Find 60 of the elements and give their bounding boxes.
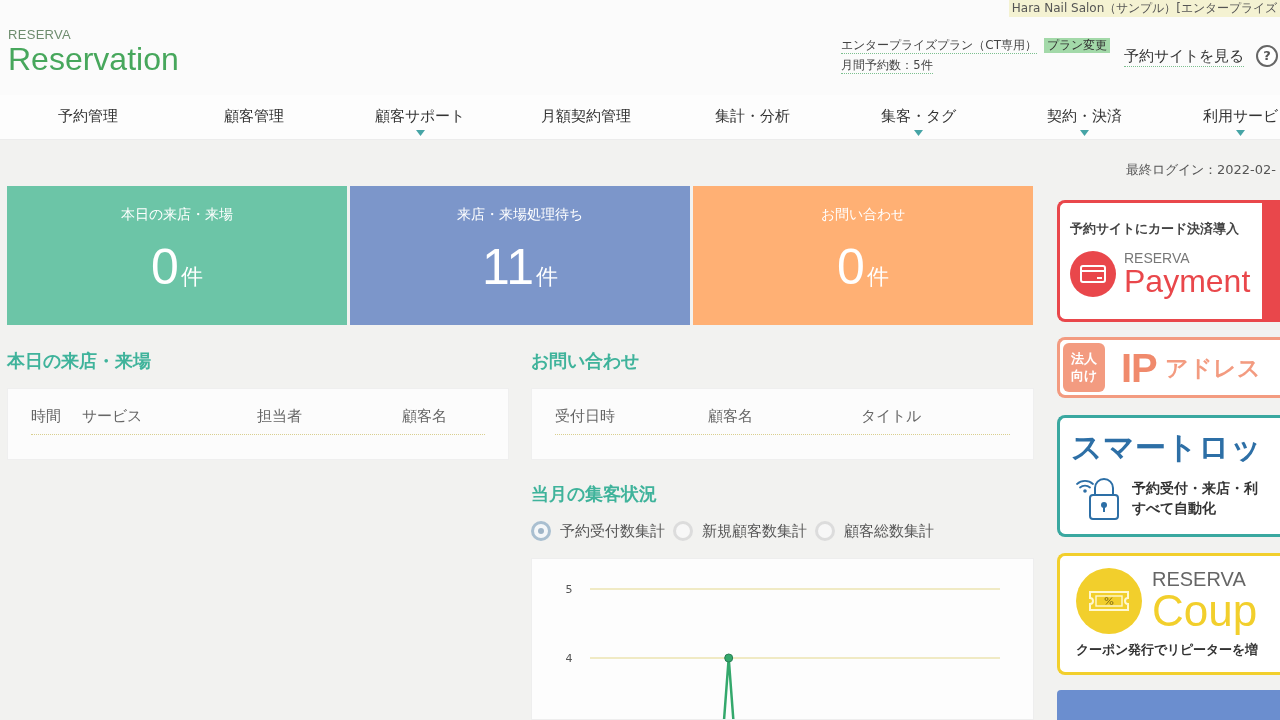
account-label: Hara Nail Salon（サンプル）[エンタープライズ (1008, 0, 1280, 17)
brand-label: RESERVA (1124, 251, 1191, 265)
smart-lock-banner[interactable]: スマートロッ 予約受付・来店・利 すべて自動化 (1057, 415, 1280, 537)
brand-label: RESERVA (1152, 569, 1247, 589)
nav-item[interactable]: 集計・分析 (669, 95, 835, 139)
credit-card-icon (1070, 251, 1116, 297)
banner-big-text: IP (1121, 347, 1157, 388)
logo-subtitle: RESERVA (8, 28, 73, 42)
nav-item[interactable]: 集客・タグ (835, 95, 1001, 139)
column-header: 顧客名 (402, 406, 448, 427)
stat-count: 0 (151, 242, 179, 292)
product-name: Payment (1124, 265, 1251, 297)
radio-option[interactable]: 予約受付数集計 (531, 520, 665, 542)
stat-unit: 件 (180, 263, 203, 291)
nav-item[interactable]: 顧客管理 (171, 95, 337, 139)
column-header: 担当者 (257, 406, 303, 427)
plan-name: エンタープライズプラン（CT専用） (841, 37, 1037, 54)
stat-count: 11 (482, 242, 534, 292)
plan-change-button[interactable]: プラン変更 (1044, 38, 1110, 53)
coupon-banner[interactable]: RESERVA Coup クーポン発行でリピーターを増 (1057, 553, 1280, 675)
product-name: Coup (1152, 589, 1258, 633)
column-header: サービス (82, 406, 143, 427)
nav-item[interactable]: 月額契約管理 (503, 95, 669, 139)
banner-text-line: すべて自動化 (1132, 499, 1217, 518)
nav-item[interactable]: 利用サービ (1203, 95, 1278, 139)
stat-unit: 件 (535, 263, 558, 291)
y-axis-label: 5 (565, 583, 573, 596)
banner-tag: 法人向け (1063, 343, 1105, 392)
help-button[interactable]: ? (1256, 45, 1278, 67)
section-title: お問い合わせ (531, 349, 640, 373)
banner-title: アドレス (1164, 353, 1261, 383)
stat-title: お問い合わせ (820, 205, 906, 224)
column-header: 時間 (31, 406, 62, 427)
section-title: 当月の集客状況 (531, 482, 658, 506)
banner-caption: クーポン発行でリピーターを増 (1076, 642, 1259, 658)
stat-title: 来店・来場処理待ち (456, 205, 584, 224)
banner-title: スマートロッ (1071, 428, 1263, 467)
nav-item[interactable]: 顧客サポート (337, 95, 503, 139)
stat-unit: 件 (866, 263, 889, 291)
stat-count: 0 (837, 242, 865, 292)
banner-image-placeholder[interactable] (1057, 690, 1280, 720)
column-header: 受付日時 (555, 406, 616, 427)
data-point (724, 653, 734, 663)
radio-option[interactable]: 新規顧客数集計 (673, 520, 807, 542)
coupon-ticket-icon (1076, 568, 1142, 634)
y-axis-label: 4 (565, 652, 573, 665)
nav-item[interactable]: 契約・決済 (1001, 95, 1167, 139)
banner-headline: 予約サイトにカード決済導入 (1070, 220, 1240, 238)
nav-item[interactable]: 予約管理 (5, 95, 171, 139)
section-title: 本日の来店・来場 (7, 349, 152, 373)
logo-title: Reservation (8, 42, 179, 76)
last-login-text: 最終ログイン：2022-02- (1126, 160, 1276, 179)
column-header: 顧客名 (708, 406, 754, 427)
banner-text-line: 予約受付・来店・利 (1132, 479, 1258, 498)
column-header: タイトル (861, 406, 922, 427)
stat-title: 本日の来店・来場 (120, 205, 234, 224)
payment-banner[interactable]: 予約サイトにカード決済導入 RESERVA Payment (1057, 200, 1280, 322)
radio-option[interactable]: 顧客総数集計 (815, 520, 934, 542)
site-link[interactable]: 予約サイトを見る (1124, 45, 1244, 67)
monthly-count: 月間予約数：5件 (841, 58, 933, 74)
